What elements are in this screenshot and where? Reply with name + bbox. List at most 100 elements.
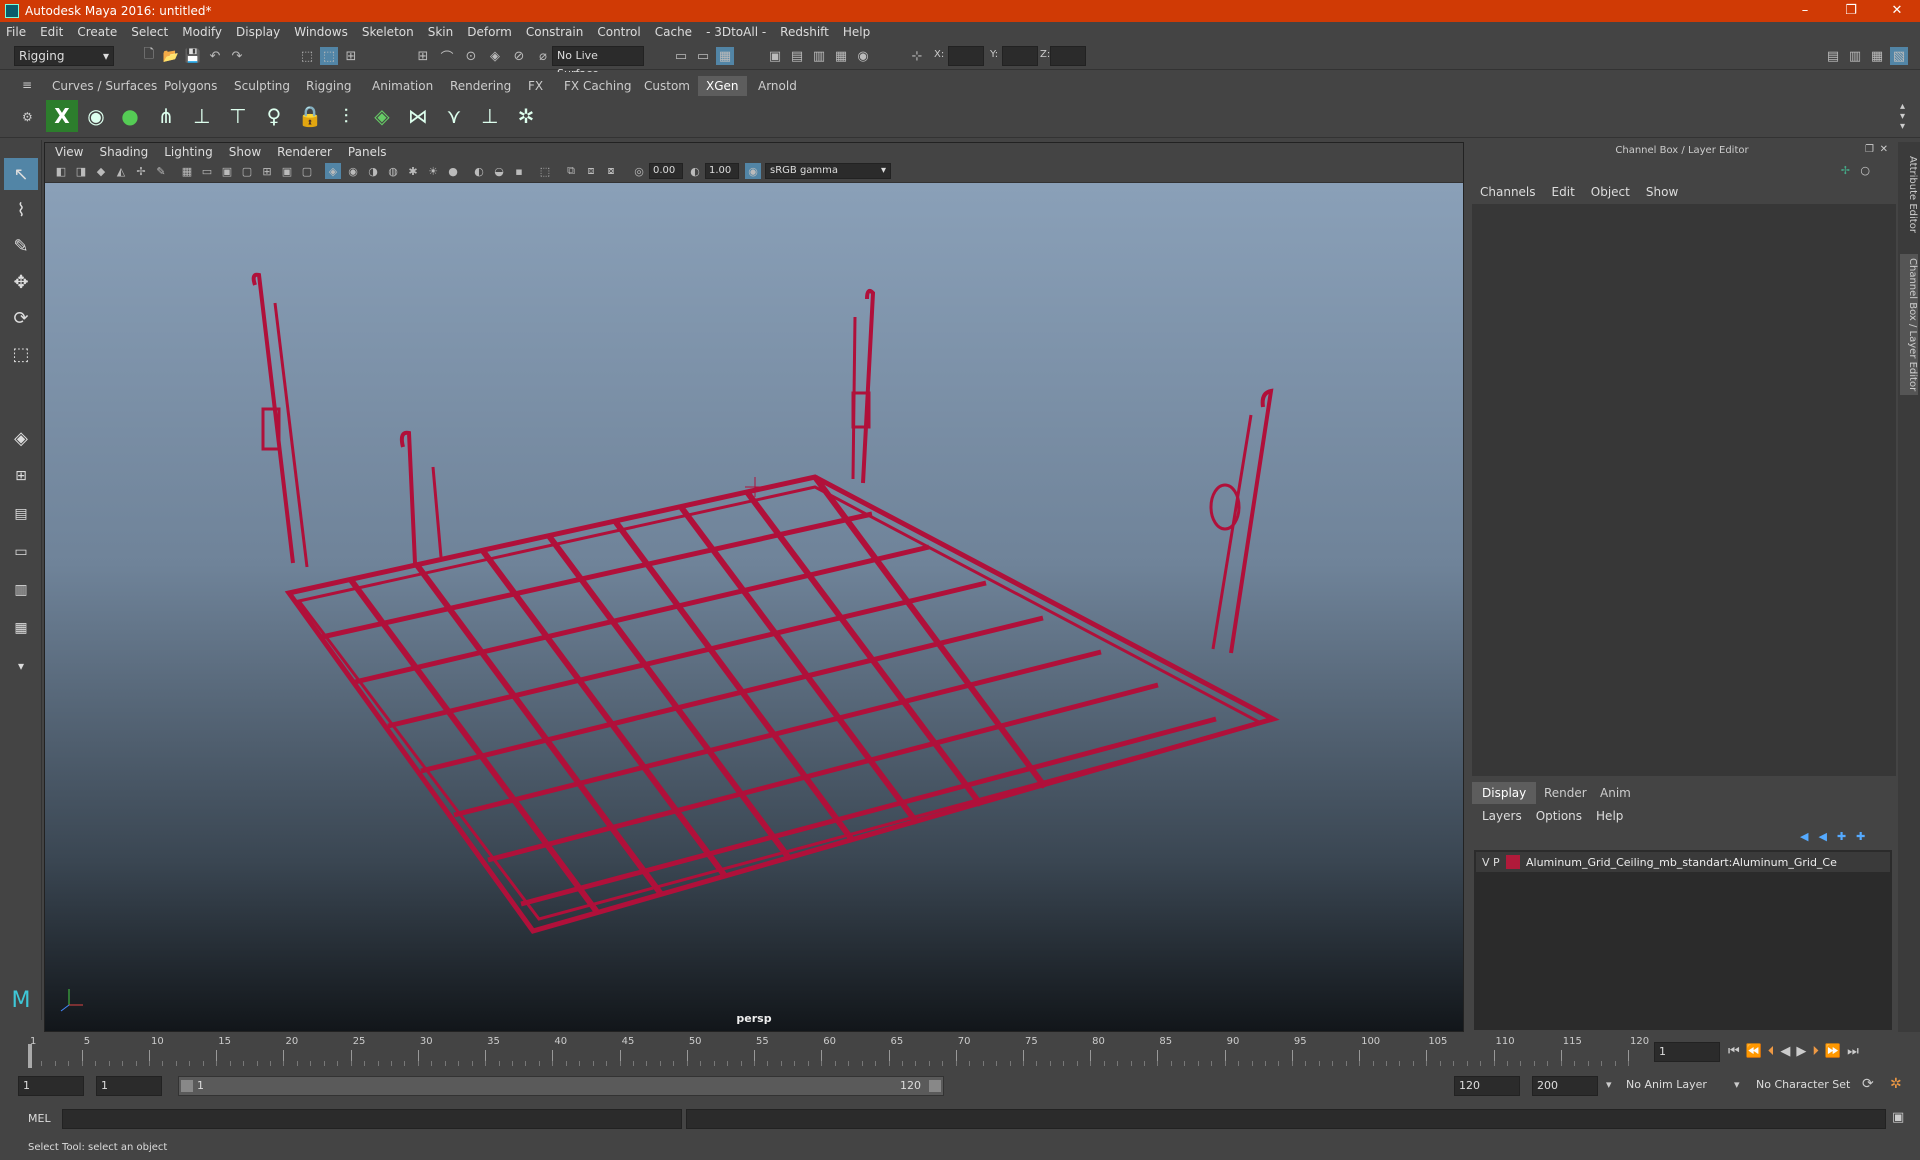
move-tool-icon[interactable]: ✥ — [4, 266, 38, 298]
render-settings-icon[interactable]: ▦ — [832, 47, 850, 65]
menu-skeleton[interactable]: Skeleton — [362, 25, 414, 39]
default-material-icon[interactable]: ◑ — [365, 163, 381, 179]
film-gate-icon[interactable]: ▭ — [199, 163, 215, 179]
gate-mask-icon[interactable]: ▢ — [239, 163, 255, 179]
float-panel-icon[interactable]: ❐ — [1865, 144, 1874, 155]
snap-surface-icon[interactable]: ⊘ — [510, 47, 528, 65]
open-scene-icon[interactable]: 📂 — [162, 47, 180, 65]
shelf-scroll-icon[interactable]: ▴ ▾ ▾ — [1900, 102, 1905, 132]
vp-menu-lighting[interactable]: Lighting — [164, 145, 213, 159]
play-forward-icon[interactable]: ▶ — [1796, 1044, 1806, 1059]
range-end-handle[interactable] — [929, 1080, 941, 1092]
select-component-icon[interactable]: ⊞ — [342, 47, 360, 65]
goto-start-icon[interactable]: ⏮ — [1728, 1044, 1740, 1059]
menu-skin[interactable]: Skin — [428, 25, 454, 39]
layer-color-swatch[interactable] — [1506, 855, 1520, 869]
xgen-create-icon[interactable]: ● — [114, 100, 146, 132]
3d-scene[interactable]: persp — [45, 183, 1463, 1031]
motion-blur-icon[interactable]: ◒ — [491, 163, 507, 179]
new-scene-icon[interactable]: 🗋 — [140, 47, 158, 65]
anim-layer-label[interactable]: No Anim Layer — [1626, 1078, 1707, 1091]
paint-select-icon[interactable]: ✎ — [4, 230, 38, 262]
tab-attribute-editor[interactable]: Attribute Editor — [1900, 152, 1918, 237]
step-forward-frame-icon[interactable]: ⏵ — [1812, 1044, 1819, 1059]
snap-view-icon[interactable]: ◈ — [486, 47, 504, 65]
isolate-select-icon[interactable]: ⬚ — [537, 163, 553, 179]
range-slider[interactable]: 1 120 — [178, 1076, 944, 1096]
menuset-dropdown[interactable]: Rigging ▾ — [14, 46, 114, 66]
xgen-editor-icon[interactable]: X — [46, 100, 78, 132]
current-time-marker[interactable] — [28, 1044, 32, 1068]
script-language-label[interactable]: MEL — [28, 1112, 51, 1125]
xgen-length-icon[interactable]: ⊥ — [474, 100, 506, 132]
xyz-mode-icon[interactable]: ⊹ — [908, 47, 926, 65]
color-management-icon[interactable]: ◉ — [745, 163, 761, 179]
input-ops-icon[interactable]: ▭ — [672, 47, 690, 65]
persp-graph-icon[interactable]: ▭ — [4, 536, 38, 568]
new-layer-icon[interactable]: ✚ — [1837, 830, 1846, 843]
command-input[interactable] — [62, 1109, 682, 1129]
backface-icon[interactable]: ⧇ — [603, 163, 619, 179]
menu-create[interactable]: Create — [77, 25, 117, 39]
menu-help[interactable]: Help — [843, 25, 870, 39]
ambient-occlusion-icon[interactable]: ◐ — [471, 163, 487, 179]
single-perspective-icon[interactable]: ◈ — [4, 422, 38, 454]
range-start-handle[interactable] — [181, 1080, 193, 1092]
tab-custom[interactable]: Custom — [636, 76, 698, 96]
render-view-icon[interactable]: ▣ — [766, 47, 784, 65]
tab-polygons[interactable]: Polygons — [156, 76, 225, 96]
xgen-lock-icon[interactable]: 🔒 — [294, 100, 326, 132]
xgen-groom-icon[interactable]: ⋔ — [150, 100, 182, 132]
char-set-label[interactable]: No Character Set — [1756, 1078, 1850, 1091]
menu-cache[interactable]: Cache — [655, 25, 692, 39]
y-field[interactable] — [1002, 46, 1038, 66]
smooth-shade-icon[interactable]: ◉ — [345, 163, 361, 179]
vp-menu-shading[interactable]: Shading — [99, 145, 148, 159]
outliner-persp-icon[interactable]: ▥ — [4, 574, 38, 606]
xgen-comb-icon[interactable]: ⫶ — [330, 100, 362, 132]
step-back-frame-icon[interactable]: ⏴ — [1768, 1044, 1775, 1059]
image-plane-icon[interactable]: ◭ — [113, 163, 129, 179]
snap-grid-icon[interactable]: ⊞ — [414, 47, 432, 65]
select-object-icon[interactable]: ⬚ — [320, 47, 338, 65]
attribute-editor-icon[interactable]: ▥ — [1846, 47, 1864, 65]
redo-icon[interactable]: ↷ — [228, 47, 246, 65]
step-forward-key-icon[interactable]: ⏩ — [1825, 1044, 1841, 1059]
safe-action-icon[interactable]: ▣ — [279, 163, 295, 179]
layer-row[interactable]: V P Aluminum_Grid_Ceiling_mb_standart:Al… — [1476, 852, 1890, 872]
gamma-icon[interactable]: ◐ — [687, 163, 703, 179]
wireframe-icon[interactable]: ◈ — [325, 163, 341, 179]
rotate-tool-icon[interactable]: ⟳ — [4, 302, 38, 334]
tab-curves-surfaces[interactable]: Curves / Surfaces — [44, 76, 165, 96]
menu-edit[interactable]: Edit — [40, 25, 63, 39]
live-surface-field[interactable]: No Live Surface — [552, 46, 644, 80]
tab-arnold[interactable]: Arnold — [750, 76, 805, 96]
menu-redshift[interactable]: Redshift — [780, 25, 829, 39]
maximize-button[interactable]: ❐ — [1828, 0, 1874, 22]
shadows-icon[interactable]: ● — [445, 163, 461, 179]
start-time-field[interactable]: 1 — [18, 1076, 84, 1096]
tab-xgen[interactable]: XGen — [698, 76, 747, 96]
render-frame-icon[interactable]: ▤ — [788, 47, 806, 65]
close-panel-icon[interactable]: ✕ — [1880, 144, 1888, 155]
step-back-key-icon[interactable]: ⏪ — [1746, 1044, 1762, 1059]
cb-menu-object[interactable]: Object — [1591, 185, 1630, 199]
menu-constrain[interactable]: Constrain — [526, 25, 584, 39]
lasso-tool-icon[interactable]: ⌇ — [4, 194, 38, 226]
tab-display[interactable]: Display — [1472, 782, 1537, 804]
z-field[interactable] — [1050, 46, 1086, 66]
resolution-gate-icon[interactable]: ▣ — [219, 163, 235, 179]
menu-file[interactable]: File — [6, 25, 26, 39]
snap-point-icon[interactable]: ⊙ — [462, 47, 480, 65]
menu-3dtoall[interactable]: - 3DtoAll - — [706, 25, 766, 39]
grease-pencil-icon[interactable]: ✎ — [153, 163, 169, 179]
colorspace-dropdown[interactable]: sRGB gamma ▾ — [765, 163, 891, 179]
playback-start-field[interactable]: 1 — [96, 1076, 162, 1096]
tab-channel-box[interactable]: Channel Box / Layer Editor — [1900, 254, 1918, 396]
layer-menu-options[interactable]: Options — [1536, 809, 1582, 823]
camera-select-icon[interactable]: ◧ — [53, 163, 69, 179]
cb-menu-show[interactable]: Show — [1646, 185, 1678, 199]
menu-windows[interactable]: Windows — [294, 25, 348, 39]
playback-end-field[interactable]: 120 — [1454, 1076, 1520, 1096]
bookmark-icon[interactable]: ◆ — [93, 163, 109, 179]
